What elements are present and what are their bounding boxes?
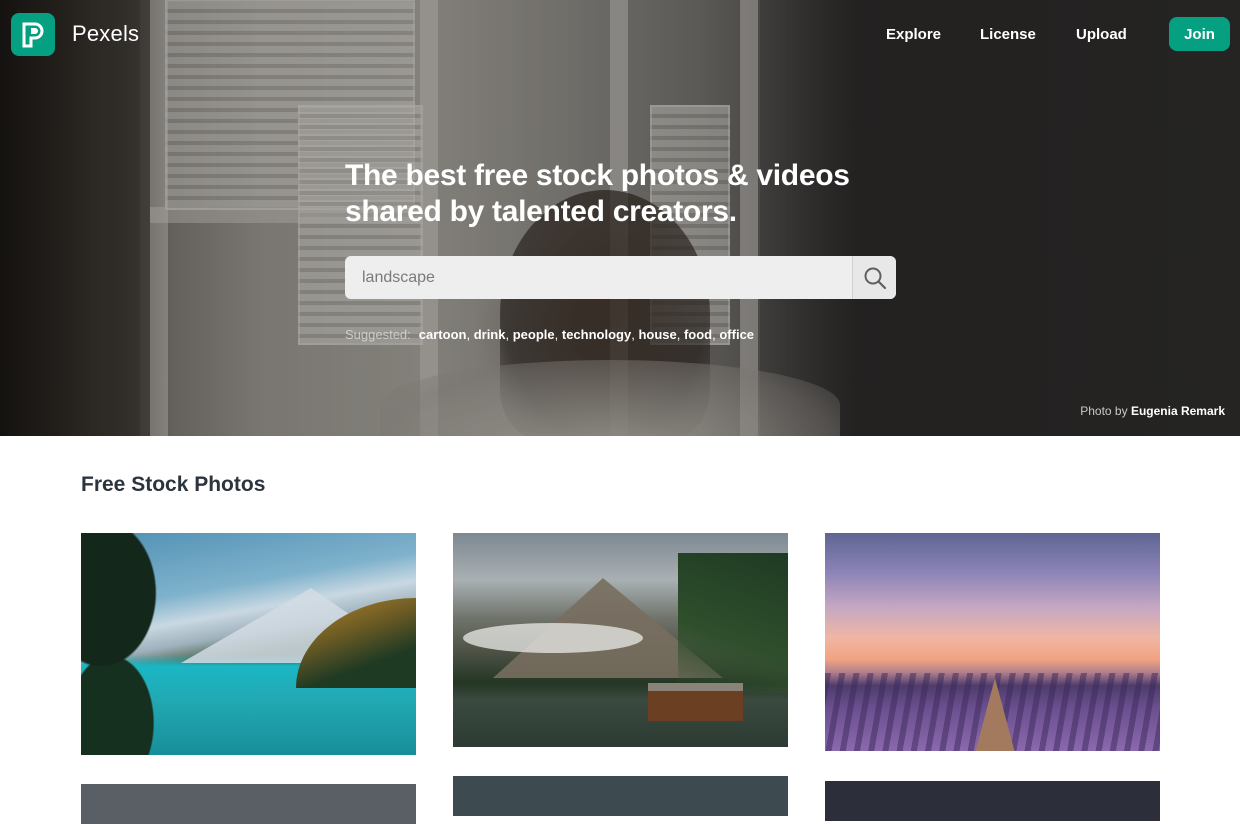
- suggested-tag[interactable]: house: [638, 327, 676, 342]
- join-button[interactable]: Join: [1169, 17, 1230, 51]
- tag-separator: ,: [676, 327, 684, 342]
- tag-separator: ,: [554, 327, 562, 342]
- nav-upload[interactable]: Upload: [1076, 26, 1127, 43]
- suggested-label: Suggested:: [345, 327, 411, 342]
- photo-card-art: [463, 623, 643, 653]
- logo-link[interactable]: [11, 13, 55, 56]
- nav-explore[interactable]: Explore: [886, 26, 941, 43]
- credit-prefix: Photo by: [1080, 404, 1128, 418]
- photo-credit: Photo by Eugenia Remark: [1080, 404, 1225, 418]
- photo-card[interactable]: [825, 781, 1160, 821]
- search-icon: [864, 267, 886, 289]
- photo-card-art: [678, 553, 788, 693]
- photo-card[interactable]: [81, 784, 416, 824]
- hero-headline: The best free stock photos & videos shar…: [345, 159, 850, 228]
- photo-card[interactable]: [453, 776, 788, 816]
- nav-license[interactable]: License: [980, 26, 1036, 43]
- tag-separator: ,: [712, 327, 720, 342]
- search-input[interactable]: [345, 256, 852, 299]
- credit-author-link[interactable]: Eugenia Remark: [1131, 404, 1225, 418]
- photo-card-art: [975, 678, 1015, 751]
- brand-name[interactable]: Pexels: [72, 21, 139, 47]
- photo-card-art: [648, 683, 743, 721]
- photo-card-art: [81, 533, 191, 755]
- search-button[interactable]: [852, 256, 896, 299]
- photo-card[interactable]: [825, 533, 1160, 751]
- suggested-tag[interactable]: office: [719, 327, 754, 342]
- pexels-logo-icon: [22, 22, 44, 47]
- search-bar: [345, 256, 896, 299]
- section-title: Free Stock Photos: [81, 473, 266, 496]
- suggested-tag[interactable]: drink: [474, 327, 506, 342]
- tag-separator: ,: [466, 327, 474, 342]
- suggested-searches: Suggested: cartoon, drink, people, techn…: [345, 327, 754, 342]
- tag-separator: ,: [505, 327, 513, 342]
- suggested-tag[interactable]: people: [513, 327, 555, 342]
- suggested-tag[interactable]: food: [684, 327, 712, 342]
- photo-card[interactable]: [81, 533, 416, 755]
- suggested-tag[interactable]: technology: [562, 327, 631, 342]
- suggested-tag[interactable]: cartoon: [419, 327, 467, 342]
- tag-separator: ,: [631, 327, 639, 342]
- photo-card[interactable]: [453, 533, 788, 747]
